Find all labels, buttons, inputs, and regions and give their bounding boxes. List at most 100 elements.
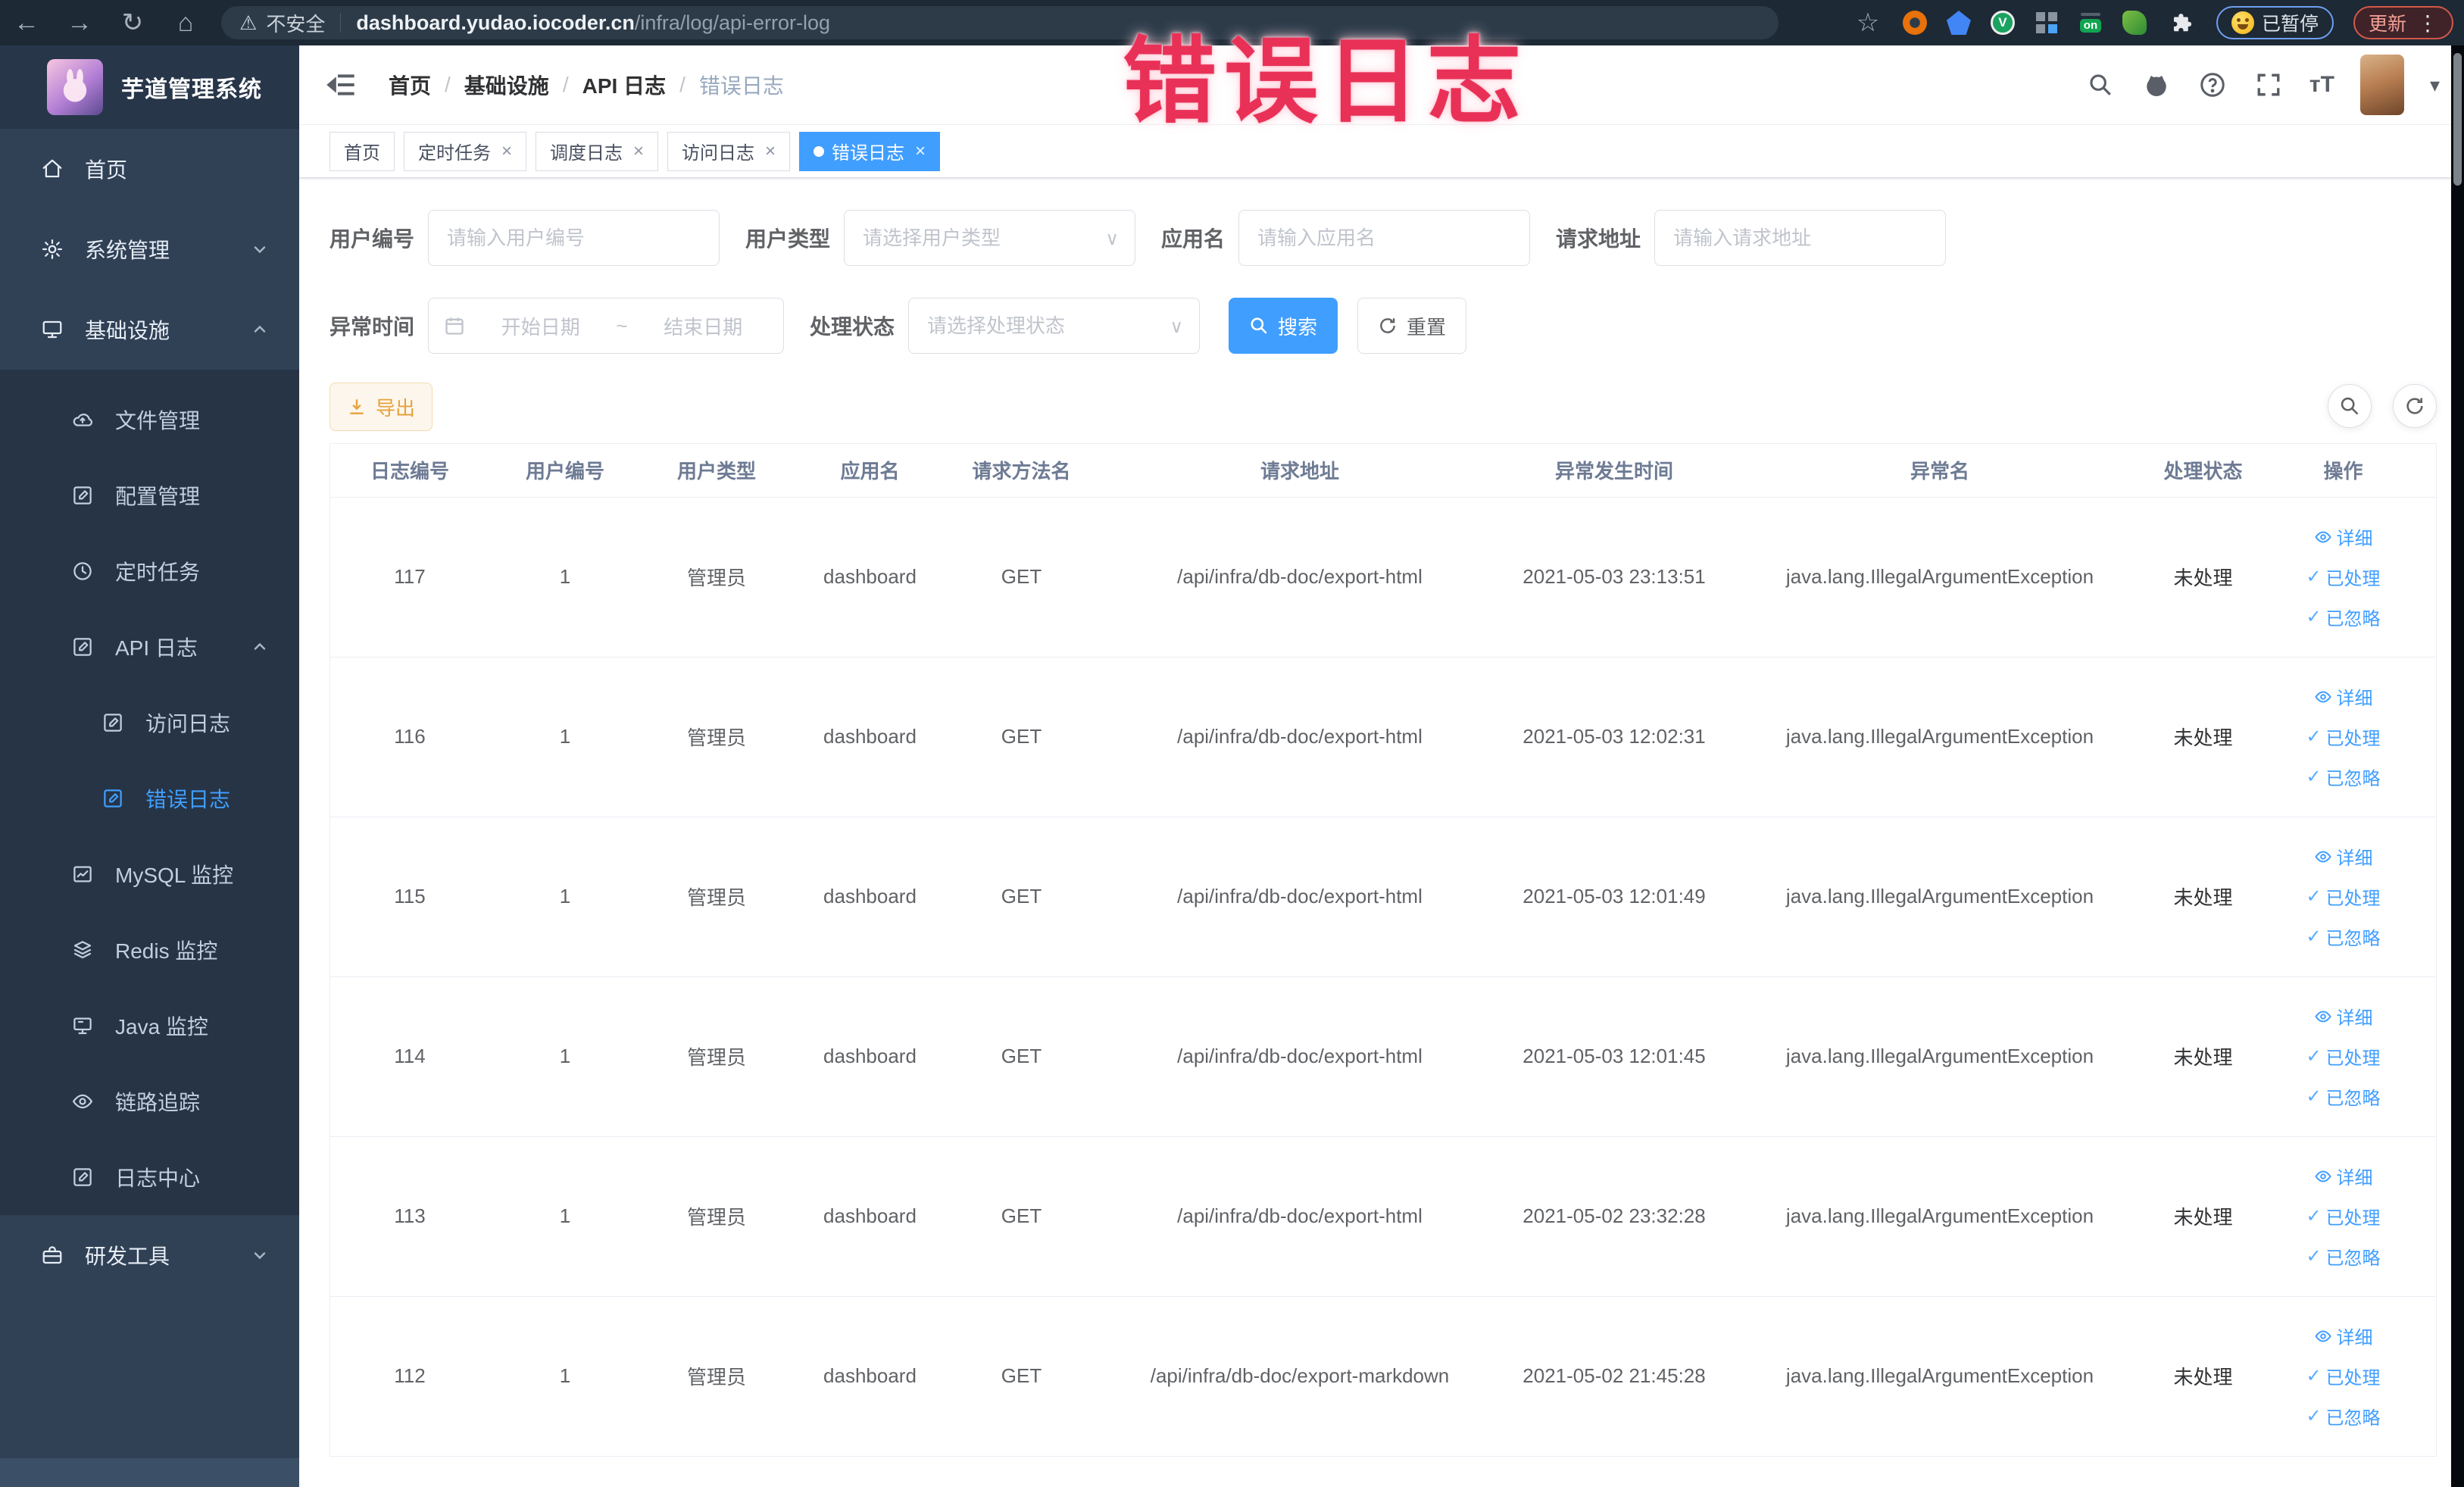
close-icon[interactable]: × xyxy=(501,141,512,162)
app-name-label: 应用名 xyxy=(1161,227,1226,251)
action-link-详细[interactable]: 详细 xyxy=(2314,1003,2373,1029)
reset-button[interactable]: 重置 xyxy=(1357,298,1467,354)
browser-update-button[interactable]: 更新 ⋮ xyxy=(2353,6,2453,39)
address-bar[interactable]: ⚠ 不安全 dashboard.yudao.iocoder.cn /infra/… xyxy=(221,6,1779,39)
action-link-详细[interactable]: 详细 xyxy=(2314,523,2373,550)
search-button[interactable]: 搜索 xyxy=(1229,298,1338,354)
browser-reload-icon[interactable]: ↻ xyxy=(106,8,159,38)
sidebar-item-trace[interactable]: 链路追踪 xyxy=(0,1064,299,1139)
refresh-table-button[interactable] xyxy=(2393,384,2437,428)
action-link-详细[interactable]: 详细 xyxy=(2314,1163,2373,1189)
cell-user_id: 1 xyxy=(489,1296,641,1457)
action-link-已处理[interactable]: ✓ 已处理 xyxy=(2306,1043,2380,1070)
extension-grid-icon[interactable] xyxy=(2034,11,2059,35)
filter-exception-time: 异常时间 开始日期 ~ 结束日期 xyxy=(329,298,785,354)
extension-on-badge-icon[interactable]: on xyxy=(2078,11,2103,35)
cell-ops: 详细 ✓ 已处理 ✓ 已忽略 xyxy=(2250,1296,2436,1457)
github-icon[interactable] xyxy=(2141,70,2172,100)
sidebar-item-access-log[interactable]: 访问日志 xyxy=(0,685,299,761)
action-link-详细[interactable]: 详细 xyxy=(2314,843,2373,870)
breadcrumb-item[interactable]: 首页 xyxy=(389,70,431,100)
action-link-已处理[interactable]: ✓ 已处理 xyxy=(2306,1363,2380,1389)
cell-status: 未处理 xyxy=(2156,1296,2250,1457)
end-date-placeholder: 结束日期 xyxy=(664,315,743,339)
sidebar-item-error-log[interactable]: 错误日志 xyxy=(0,761,299,836)
process-status-select[interactable] xyxy=(908,298,1201,354)
toggle-search-button[interactable] xyxy=(2328,384,2372,428)
action-link-已忽略[interactable]: ✓ 已忽略 xyxy=(2306,923,2380,950)
cell-log_id: 115 xyxy=(330,817,489,977)
breadcrumb-item[interactable]: 基础设施 xyxy=(464,70,549,100)
sidebar-item-cron-job[interactable]: 定时任务 xyxy=(0,533,299,609)
action-link-已处理[interactable]: ✓ 已处理 xyxy=(2306,564,2380,590)
table-header-row: 日志编号 用户编号 用户类型 应用名 请求方法名 请求地址 异常发生时间 异常名 处理状态 操作 xyxy=(330,444,2436,498)
sidebar-item-mysql[interactable]: MySQL 监控 xyxy=(0,836,299,912)
sidebar-item-file-mgmt[interactable]: 文件管理 xyxy=(0,382,299,458)
close-icon[interactable]: × xyxy=(633,141,644,162)
close-icon[interactable]: × xyxy=(765,141,776,162)
extension-green-icon[interactable]: V xyxy=(1990,11,2015,35)
app-title: 芋道管理系统 xyxy=(121,77,262,102)
sidebar-item-log-center[interactable]: 日志中心 xyxy=(0,1139,299,1215)
action-link-已处理[interactable]: ✓ 已处理 xyxy=(2306,883,2380,910)
extensions-puzzle-icon[interactable] xyxy=(2166,8,2197,38)
export-button[interactable]: 导出 xyxy=(329,383,433,431)
tab-首页[interactable]: 首页 xyxy=(329,131,395,171)
extension-leaf-icon[interactable] xyxy=(2122,11,2147,35)
avatar-caret-down-icon[interactable]: ▾ xyxy=(2430,73,2440,97)
app-logo-row[interactable]: 芋道管理系统 xyxy=(0,45,299,129)
cell-ops: 详细 ✓ 已处理 ✓ 已忽略 xyxy=(2250,1136,2436,1297)
tab-label: 调度日志 xyxy=(550,143,623,164)
user-id-input[interactable] xyxy=(428,210,720,266)
user-type-select[interactable] xyxy=(844,210,1136,266)
sidebar-item-home[interactable]: 首页 xyxy=(0,129,299,209)
tab-错误日志[interactable]: 错误日志 × xyxy=(799,131,941,171)
sidebar-item-redis[interactable]: Redis 监控 xyxy=(0,912,299,988)
cell-app_name: dashboard xyxy=(792,657,948,817)
close-icon[interactable]: × xyxy=(915,141,926,162)
page-scrollbar[interactable] xyxy=(2451,45,2464,1487)
browser-forward-icon[interactable]: → xyxy=(53,8,106,38)
browser-home-icon[interactable]: ⌂ xyxy=(159,8,212,38)
tab-paused-badge[interactable]: 已暂停 xyxy=(2216,6,2334,39)
request-url-input[interactable] xyxy=(1654,210,1947,266)
browser-menu-kebab-icon[interactable]: ⋮ xyxy=(2417,11,2438,36)
search-icon[interactable] xyxy=(2085,70,2116,100)
action-link-已忽略[interactable]: ✓ 已忽略 xyxy=(2306,1083,2380,1110)
eye-icon xyxy=(2314,1007,2332,1026)
tab-调度日志[interactable]: 调度日志 × xyxy=(536,131,659,171)
action-link-已处理[interactable]: ✓ 已处理 xyxy=(2306,723,2380,750)
action-link-已处理[interactable]: ✓ 已处理 xyxy=(2306,1203,2380,1229)
sidebar-toggle-icon[interactable] xyxy=(326,70,357,100)
browser-back-icon[interactable]: ← xyxy=(0,8,53,38)
bookmark-star-icon[interactable]: ☆ xyxy=(1853,8,1883,38)
sidebar-item-system-mgmt[interactable]: 系统管理 xyxy=(0,209,299,289)
action-link-详细[interactable]: 详细 xyxy=(2314,1323,2373,1349)
sidebar-item-config-mgmt[interactable]: 配置管理 xyxy=(0,458,299,533)
sidebar-item-infra[interactable]: 基础设施 xyxy=(0,289,299,370)
font-size-icon[interactable]: тT xyxy=(2309,72,2334,98)
breadcrumb-item[interactable]: API 日志 xyxy=(582,70,666,100)
action-link-已忽略[interactable]: ✓ 已忽略 xyxy=(2306,1243,2380,1270)
app-name-input[interactable] xyxy=(1238,210,1531,266)
cell-exception: java.lang.IllegalArgumentException xyxy=(1724,1296,2156,1457)
tab-访问日志[interactable]: 访问日志 × xyxy=(667,131,791,171)
filter-row-1: 用户编号 用户类型 ∨ 应用名 请求地址 xyxy=(329,210,2437,266)
sidebar-item-java[interactable]: Java 监控 xyxy=(0,988,299,1064)
docs-question-icon[interactable] xyxy=(2197,70,2228,100)
fullscreen-icon[interactable] xyxy=(2253,70,2284,100)
date-range-picker[interactable]: 开始日期 ~ 结束日期 xyxy=(428,298,785,354)
scrollbar-thumb[interactable] xyxy=(2453,53,2462,186)
user-avatar[interactable] xyxy=(2359,55,2404,115)
sidebar-item-dev-tools[interactable]: 研发工具 xyxy=(0,1215,299,1295)
extension-blue-shield-icon[interactable] xyxy=(1946,11,1971,35)
tab-定时任务[interactable]: 定时任务 × xyxy=(404,131,527,171)
action-link-已忽略[interactable]: ✓ 已忽略 xyxy=(2306,1403,2380,1429)
action-link-详细[interactable]: 详细 xyxy=(2314,683,2373,710)
action-label: 已处理 xyxy=(2325,1368,2381,1389)
extension-orange-icon[interactable] xyxy=(1902,11,1927,35)
action-link-已忽略[interactable]: ✓ 已忽略 xyxy=(2306,604,2380,630)
action-label: 详细 xyxy=(2336,1008,2373,1029)
action-link-已忽略[interactable]: ✓ 已忽略 xyxy=(2306,764,2380,790)
sidebar-item-api-log[interactable]: API 日志 xyxy=(0,609,299,685)
